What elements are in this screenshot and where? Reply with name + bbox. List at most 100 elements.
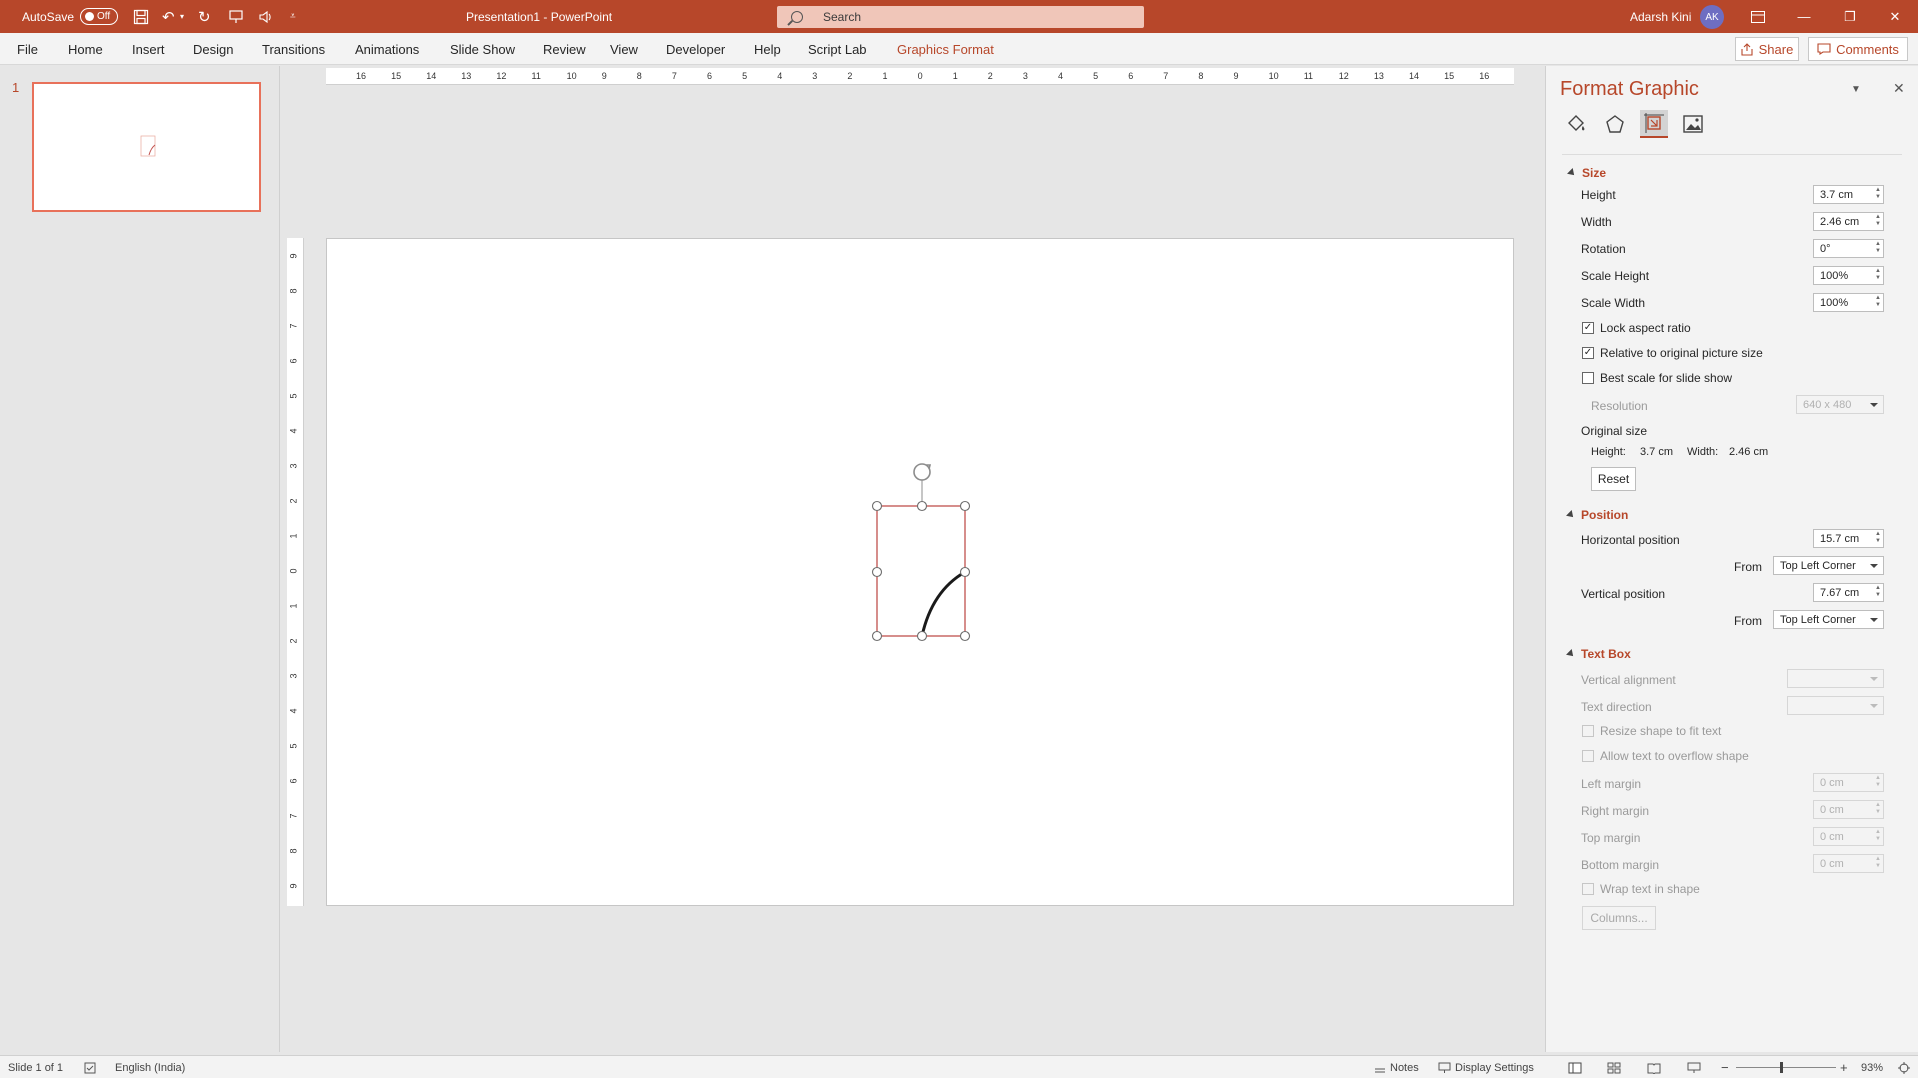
spin-arrows-icon[interactable]: ▲ ▼ xyxy=(1875,829,1881,843)
slide-thumbnail[interactable] xyxy=(32,82,261,212)
audio-icon[interactable] xyxy=(258,0,274,33)
resolution-dropdown[interactable]: 640 x 480 xyxy=(1796,395,1884,414)
wrap-text-checkbox[interactable]: Wrap text in shape xyxy=(1582,882,1700,896)
zoom-in-icon[interactable]: + xyxy=(1840,1056,1848,1078)
rotate-handle-icon[interactable] xyxy=(913,463,932,481)
ruler-tick-label: 0 xyxy=(288,568,299,574)
tab-help[interactable]: Help xyxy=(754,33,781,65)
text-direction-dropdown[interactable] xyxy=(1787,696,1884,715)
pane-options-icon[interactable]: ▼ xyxy=(1851,84,1861,95)
top-margin-input[interactable]: 0 cm ▲ ▼ xyxy=(1813,827,1884,846)
right-margin-value: 0 cm xyxy=(1820,803,1844,816)
h-from-dropdown[interactable]: Top Left Corner xyxy=(1773,556,1884,575)
tab-script-lab[interactable]: Script Lab xyxy=(808,33,867,65)
spin-arrows-icon[interactable]: ▲ ▼ xyxy=(1875,214,1881,228)
save-icon[interactable] xyxy=(133,0,149,33)
selected-graphic[interactable] xyxy=(327,239,1515,907)
spin-arrows-icon[interactable]: ▲ ▼ xyxy=(1875,268,1881,282)
scale-height-input[interactable]: 100% ▲ ▼ xyxy=(1813,266,1884,285)
reading-view-icon[interactable] xyxy=(1647,1056,1661,1078)
present-icon[interactable] xyxy=(228,0,244,33)
autosave-toggle[interactable]: Off xyxy=(80,8,118,25)
slide-canvas[interactable] xyxy=(326,238,1514,906)
resize-shape-checkbox[interactable]: Resize shape to fit text xyxy=(1582,724,1721,738)
width-input[interactable]: 2.46 cm ▲ ▼ xyxy=(1813,212,1884,231)
zoom-slider[interactable] xyxy=(1736,1062,1836,1073)
size-properties-icon[interactable] xyxy=(1640,110,1668,138)
spin-arrows-icon[interactable]: ▲ ▼ xyxy=(1875,775,1881,789)
tab-home[interactable]: Home xyxy=(68,33,103,65)
height-input[interactable]: 3.7 cm ▲ ▼ xyxy=(1813,185,1884,204)
display-settings-button[interactable]: Display Settings xyxy=(1438,1056,1534,1078)
tab-developer[interactable]: Developer xyxy=(666,33,725,65)
restore-icon[interactable]: ❐ xyxy=(1827,0,1873,33)
ruler-tick-label: 9 xyxy=(1233,71,1239,81)
reset-button[interactable]: Reset xyxy=(1591,467,1636,491)
notes-button[interactable]: Notes xyxy=(1374,1056,1419,1078)
spin-arrows-icon[interactable]: ▲ ▼ xyxy=(1875,187,1881,201)
ribbon-display-icon[interactable] xyxy=(1735,0,1781,33)
tab-insert[interactable]: Insert xyxy=(132,33,165,65)
tab-slide-show[interactable]: Slide Show xyxy=(450,33,515,65)
pane-close-icon[interactable]: ✕ xyxy=(1893,80,1905,97)
relative-size-checkbox[interactable]: ✓ Relative to original picture size xyxy=(1582,346,1763,360)
scale-width-input[interactable]: 100% ▲ ▼ xyxy=(1813,293,1884,312)
spin-arrows-icon[interactable]: ▲ ▼ xyxy=(1875,585,1881,599)
tab-design[interactable]: Design xyxy=(193,33,233,65)
right-margin-input[interactable]: 0 cm ▲ ▼ xyxy=(1813,800,1884,819)
undo-dropdown-icon[interactable]: ▾ xyxy=(180,0,184,33)
tab-transitions[interactable]: Transitions xyxy=(262,33,325,65)
best-scale-checkbox[interactable]: Best scale for slide show xyxy=(1582,371,1732,385)
position-section-header[interactable]: Position xyxy=(1566,508,1628,522)
slideshow-view-icon[interactable] xyxy=(1687,1056,1701,1078)
undo-icon[interactable]: ↶ xyxy=(162,0,175,33)
v-from-dropdown[interactable]: Top Left Corner xyxy=(1773,610,1884,629)
bottom-margin-input[interactable]: 0 cm ▲ ▼ xyxy=(1813,854,1884,873)
left-margin-input[interactable]: 0 cm ▲ ▼ xyxy=(1813,773,1884,792)
effects-icon[interactable] xyxy=(1601,110,1629,138)
vertical-alignment-dropdown[interactable] xyxy=(1787,669,1884,688)
minimize-icon[interactable]: — xyxy=(1781,0,1827,33)
rotation-label: Rotation xyxy=(1581,242,1626,256)
slide-sorter-icon[interactable] xyxy=(1607,1056,1621,1078)
tab-view[interactable]: View xyxy=(610,33,638,65)
zoom-slider-thumb[interactable] xyxy=(1780,1062,1783,1073)
avatar[interactable]: AK xyxy=(1700,5,1724,29)
spelling-icon[interactable] xyxy=(84,1056,96,1078)
spin-arrows-icon[interactable]: ▲ ▼ xyxy=(1875,802,1881,816)
horizontal-position-input[interactable]: 15.7 cm ▲ ▼ xyxy=(1813,529,1884,548)
allow-overflow-checkbox[interactable]: Allow text to overflow shape xyxy=(1582,749,1749,763)
language-label[interactable]: English (India) xyxy=(115,1056,185,1078)
spin-arrows-icon[interactable]: ▲ ▼ xyxy=(1875,856,1881,870)
lock-aspect-checkbox[interactable]: ✓ Lock aspect ratio xyxy=(1582,321,1691,335)
tab-animations[interactable]: Animations xyxy=(355,33,419,65)
spin-arrows-icon[interactable]: ▲ ▼ xyxy=(1875,295,1881,309)
comments-button[interactable]: Comments xyxy=(1808,37,1908,61)
size-section-title: Size xyxy=(1582,166,1607,180)
curve-shape[interactable] xyxy=(920,570,966,637)
rotation-input[interactable]: 0° ▲ ▼ xyxy=(1813,239,1884,258)
picture-icon[interactable] xyxy=(1679,110,1707,138)
normal-view-icon[interactable] xyxy=(1568,1056,1582,1078)
fit-slide-icon[interactable] xyxy=(1898,1056,1910,1078)
fill-line-icon[interactable] xyxy=(1562,110,1590,138)
search-box[interactable]: Search xyxy=(777,6,1144,28)
tab-review[interactable]: Review xyxy=(543,33,586,65)
share-button[interactable]: Share xyxy=(1735,37,1799,61)
spin-arrows-icon[interactable]: ▲ ▼ xyxy=(1875,241,1881,255)
zoom-out-icon[interactable]: − xyxy=(1721,1056,1729,1078)
tab-file[interactable]: File xyxy=(17,33,38,65)
size-section-header[interactable]: Size xyxy=(1567,166,1607,180)
vertical-position-input[interactable]: 7.67 cm ▲ ▼ xyxy=(1813,583,1884,602)
user-name[interactable]: Adarsh Kini xyxy=(1630,0,1691,33)
close-window-icon[interactable]: ✕ xyxy=(1872,0,1918,33)
customize-qat-icon[interactable]: ⩡ xyxy=(290,0,296,33)
slide-info: Slide 1 of 1 xyxy=(8,1061,64,1074)
zoom-level[interactable]: 93% xyxy=(1861,1056,1883,1078)
textbox-section-header[interactable]: Text Box xyxy=(1566,647,1631,661)
columns-button[interactable]: Columns... xyxy=(1582,906,1656,930)
tab-graphics-format[interactable]: Graphics Format xyxy=(897,33,994,65)
resize-handles[interactable] xyxy=(871,500,971,642)
spin-arrows-icon[interactable]: ▲ ▼ xyxy=(1875,531,1881,545)
redo-icon[interactable]: ↻ xyxy=(198,0,211,33)
